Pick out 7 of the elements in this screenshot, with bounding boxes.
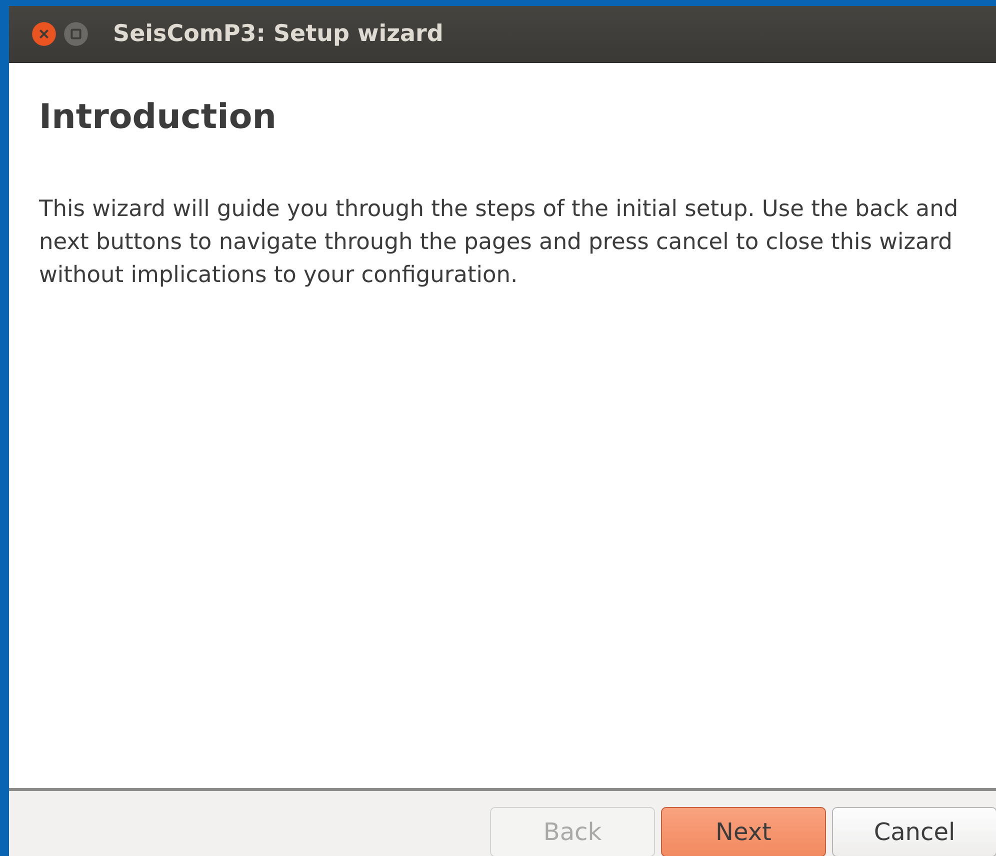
maximize-icon[interactable]: [63, 21, 89, 47]
window-title: SeisComP3: Setup wizard: [113, 21, 444, 47]
page-title: Introduction: [39, 96, 278, 139]
dialog-button[interactable]: Cancel: [832, 807, 996, 856]
intro-text: This wizard will guide you through the steps of the initial setup. Use the back and next buttons to navigate through the pages and press cancel to close this wizard without implications to your configuration.: [39, 195, 960, 290]
default-button[interactable]: Next: [661, 807, 826, 856]
close-icon[interactable]: [31, 21, 57, 47]
